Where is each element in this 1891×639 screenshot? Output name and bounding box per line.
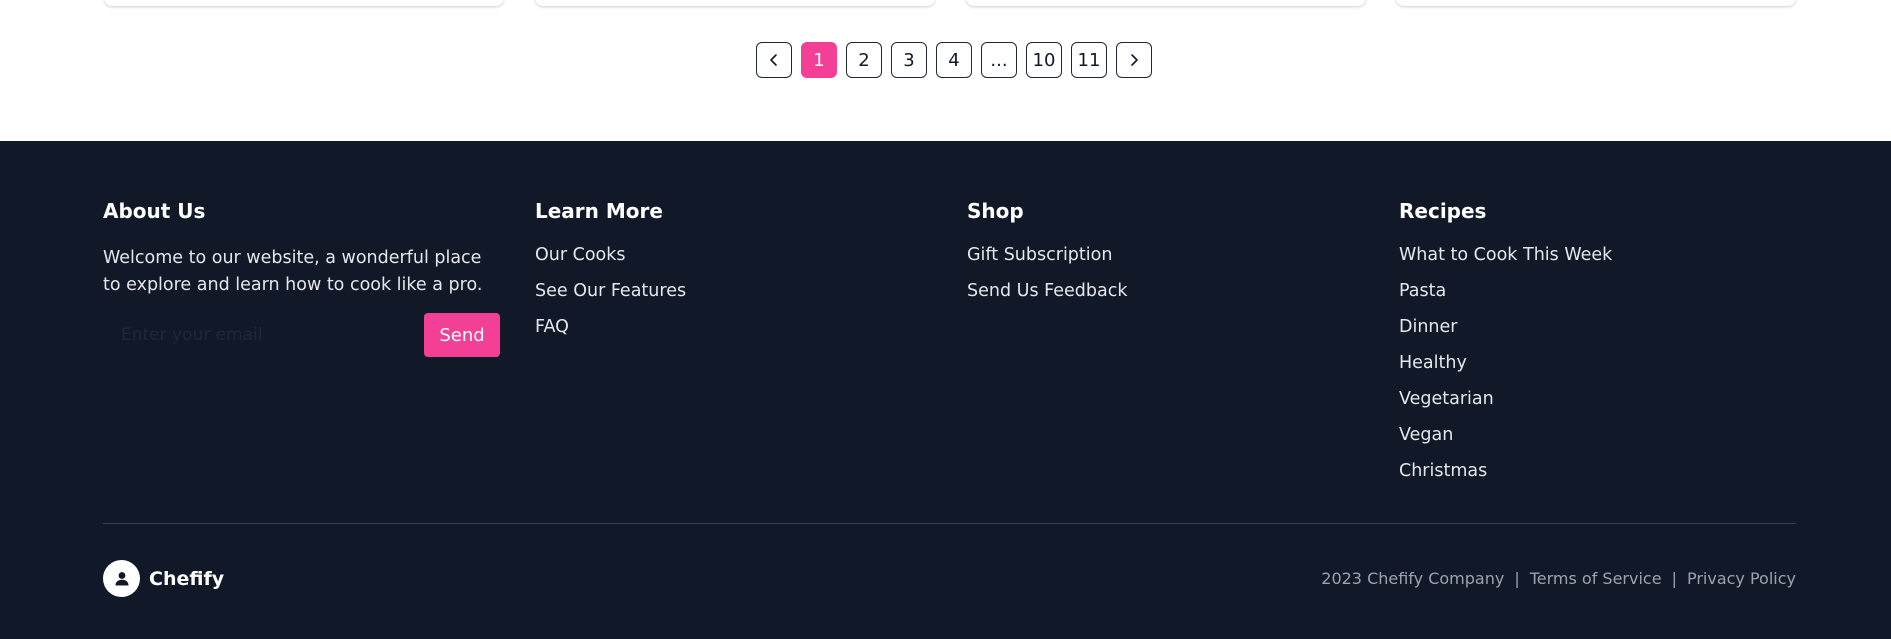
footer-shop-section: Shop Gift Subscription Send Us Feedback xyxy=(967,199,1367,317)
footer-learn-more-section: Learn More Our Cooks See Our Features FA… xyxy=(535,199,935,353)
list-item: Our Cooks xyxy=(535,245,935,281)
list-item: Christmas xyxy=(1399,461,1799,497)
send-button[interactable]: Send xyxy=(424,313,500,357)
recipe-card[interactable] xyxy=(966,0,1366,6)
content-area: 1 2 3 4 ... 10 11 xyxy=(0,0,1891,141)
page-button-11[interactable]: 11 xyxy=(1071,42,1107,78)
link-what-to-cook[interactable]: What to Cook This Week xyxy=(1399,245,1612,265)
terms-of-service-link[interactable]: Terms of Service xyxy=(1530,569,1662,588)
recipe-card[interactable] xyxy=(104,0,504,6)
footer-divider xyxy=(103,523,1796,524)
page-ellipsis: ... xyxy=(981,42,1017,78)
link-faq[interactable]: FAQ xyxy=(535,317,569,337)
newsletter-form: Send xyxy=(103,313,500,357)
chevron-left-icon xyxy=(770,54,777,66)
footer-brand[interactable]: Chefify xyxy=(103,560,224,597)
site-footer: About Us Welcome to our website, a wonde… xyxy=(0,141,1891,639)
page-button-1[interactable]: 1 xyxy=(801,42,837,78)
list-item: Send Us Feedback xyxy=(967,281,1367,317)
prev-page-button[interactable] xyxy=(756,42,792,78)
list-item: Vegan xyxy=(1399,425,1799,461)
footer-shop-title: Shop xyxy=(967,199,1024,223)
list-item: Dinner xyxy=(1399,317,1799,353)
recipe-card[interactable] xyxy=(535,0,935,6)
list-item: FAQ xyxy=(535,317,935,353)
footer-legal: 2023 Chefify Company | Terms of Service … xyxy=(1321,569,1796,588)
list-item: Pasta xyxy=(1399,281,1799,317)
footer-recipes-section: Recipes What to Cook This Week Pasta Din… xyxy=(1399,199,1799,497)
link-see-our-features[interactable]: See Our Features xyxy=(535,281,686,301)
footer-about-title: About Us xyxy=(103,199,206,223)
privacy-policy-link[interactable]: Privacy Policy xyxy=(1687,569,1796,588)
link-vegan[interactable]: Vegan xyxy=(1399,425,1453,445)
list-item: What to Cook This Week xyxy=(1399,245,1799,281)
footer-recipes-title: Recipes xyxy=(1399,199,1487,223)
next-page-button[interactable] xyxy=(1116,42,1152,78)
list-item: Healthy xyxy=(1399,353,1799,389)
legal-separator: | xyxy=(1671,569,1677,588)
legal-separator: | xyxy=(1514,569,1520,588)
footer-about-text: Welcome to our website, a wonderful plac… xyxy=(103,248,483,295)
copyright-text: 2023 Chefify Company xyxy=(1321,569,1505,588)
footer-about-section: About Us Welcome to our website, a wonde… xyxy=(103,199,503,357)
recipe-card[interactable] xyxy=(1396,0,1796,6)
link-vegetarian[interactable]: Vegetarian xyxy=(1399,389,1494,409)
chef-user-icon xyxy=(103,560,140,597)
link-dinner[interactable]: Dinner xyxy=(1399,317,1457,337)
page-button-4[interactable]: 4 xyxy=(936,42,972,78)
link-gift-subscription[interactable]: Gift Subscription xyxy=(967,245,1112,265)
list-item: See Our Features xyxy=(535,281,935,317)
recipes-links: What to Cook This Week Pasta Dinner Heal… xyxy=(1399,245,1799,497)
page-button-3[interactable]: 3 xyxy=(891,42,927,78)
list-item: Gift Subscription xyxy=(967,245,1367,281)
link-healthy[interactable]: Healthy xyxy=(1399,353,1467,373)
page-button-10[interactable]: 10 xyxy=(1026,42,1062,78)
link-our-cooks[interactable]: Our Cooks xyxy=(535,245,626,265)
footer-learn-more-title: Learn More xyxy=(535,199,663,223)
link-send-feedback[interactable]: Send Us Feedback xyxy=(967,281,1127,301)
email-input[interactable] xyxy=(103,313,424,357)
list-item: Vegetarian xyxy=(1399,389,1799,425)
pagination: 1 2 3 4 ... 10 11 xyxy=(756,42,1152,78)
link-christmas[interactable]: Christmas xyxy=(1399,461,1487,481)
brand-name: Chefify xyxy=(149,567,225,590)
link-pasta[interactable]: Pasta xyxy=(1399,281,1446,301)
learn-more-links: Our Cooks See Our Features FAQ xyxy=(535,245,935,353)
shop-links: Gift Subscription Send Us Feedback xyxy=(967,245,1367,317)
chevron-right-icon xyxy=(1131,54,1138,66)
page-button-2[interactable]: 2 xyxy=(846,42,882,78)
